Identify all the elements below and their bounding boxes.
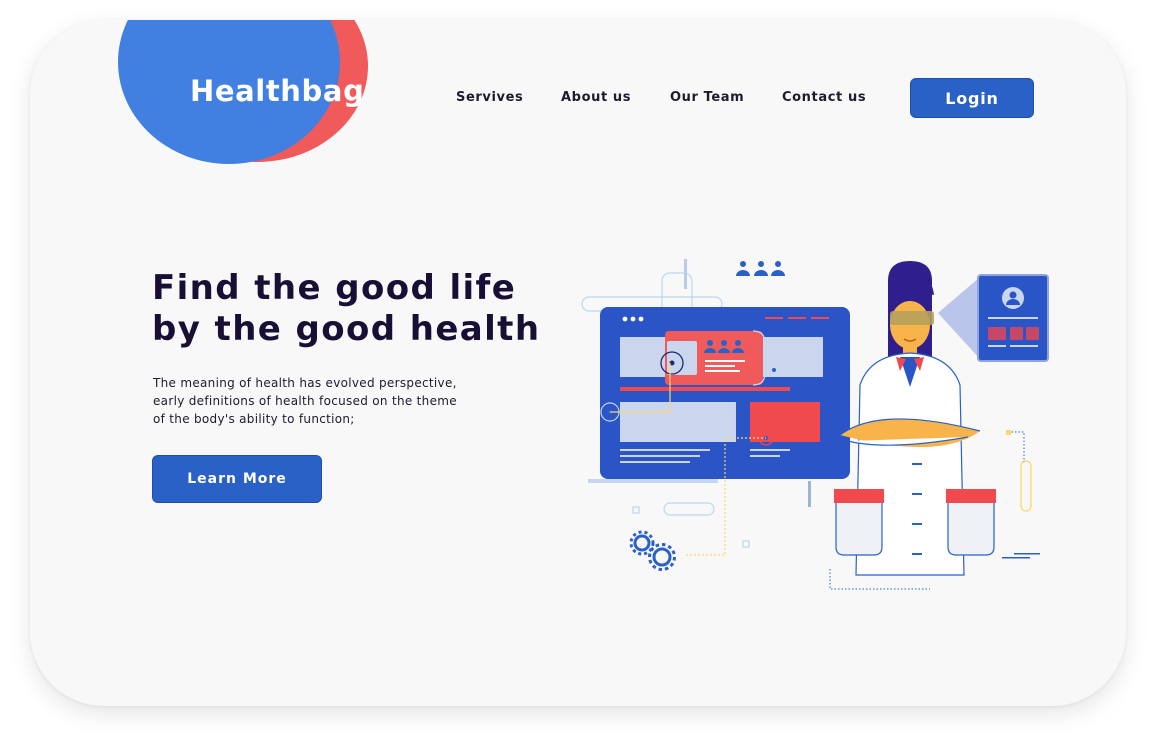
hero-headline-line-1: Find the good life bbox=[152, 268, 517, 308]
profile-popup-card bbox=[665, 331, 763, 385]
hero-description: The meaning of health has evolved perspe… bbox=[153, 374, 483, 428]
monitor-leg bbox=[808, 481, 811, 507]
decor-bar bbox=[684, 259, 687, 289]
landing-card: Healthbag Servives About us Our Team Con… bbox=[30, 20, 1126, 706]
hero-description-line-2: early definitions of health focused on t… bbox=[153, 394, 457, 408]
login-button[interactable]: Login bbox=[910, 78, 1034, 118]
gear-icon bbox=[629, 530, 676, 571]
beaker-left bbox=[834, 489, 884, 556]
nav-link-contact-us[interactable]: Contact us bbox=[782, 90, 866, 105]
user-group-icon bbox=[736, 261, 785, 276]
nav-link-about-us[interactable]: About us bbox=[561, 90, 631, 105]
doctor-illustration bbox=[581, 259, 1049, 590]
hero-description-line-3: of the body's ability to function; bbox=[153, 412, 355, 426]
hero-headline: Find the good life by the good health bbox=[152, 268, 582, 350]
learn-more-button[interactable]: Learn More bbox=[152, 455, 322, 503]
projection-beam bbox=[938, 277, 980, 359]
nav-link-our-team[interactable]: Our Team bbox=[670, 90, 744, 105]
beaker-right bbox=[946, 489, 996, 556]
profile-card-icon bbox=[977, 274, 1049, 362]
brand-logo[interactable]: Healthbag bbox=[190, 74, 364, 108]
monitor-stand bbox=[588, 479, 718, 483]
nav-link-services[interactable]: Servives bbox=[456, 90, 523, 105]
hero-description-line-1: The meaning of health has evolved perspe… bbox=[153, 376, 457, 390]
hero-headline-line-2: by the good health bbox=[152, 309, 541, 349]
